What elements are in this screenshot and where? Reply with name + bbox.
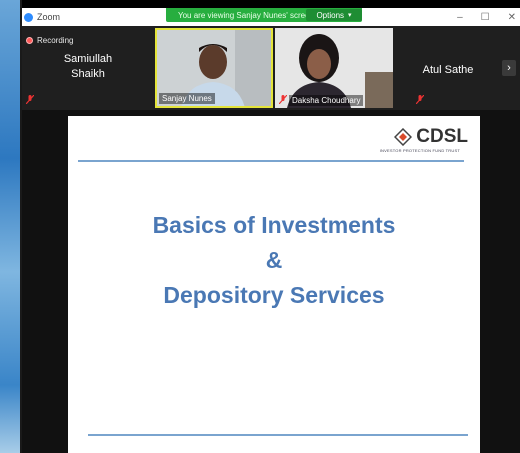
logo-text: CDSL	[416, 126, 468, 147]
cdsl-logo: CDSL	[394, 126, 468, 148]
title-line: &	[265, 247, 283, 273]
next-page-button[interactable]: ›	[502, 60, 516, 76]
participant-name: Sanjay Nunes	[159, 93, 215, 104]
recording-indicator: Recording	[26, 36, 73, 45]
zoom-window: Zoom You are viewing Sanjay Nunes' scree…	[22, 8, 520, 453]
mic-muted-icon	[279, 95, 287, 104]
shared-screen-area: CDSL INVESTOR PROTECTION FUND TRUST Basi…	[22, 110, 520, 453]
window-controls: – ☐ ✕	[457, 8, 516, 26]
slide-title: Basics of Investments & Depository Servi…	[68, 208, 480, 313]
bottom-divider	[88, 434, 468, 436]
top-divider	[78, 160, 464, 162]
participant-tile[interactable]: Atul Sathe	[394, 28, 502, 108]
participant-name: Daksha Choudhary	[289, 95, 364, 106]
mic-muted-icon	[26, 95, 34, 104]
participant-tile[interactable]: Daksha Choudhary	[275, 28, 393, 108]
screen-share-banner: You are viewing Sanjay Nunes' screen Opt…	[166, 8, 362, 22]
presentation-slide: CDSL INVESTOR PROTECTION FUND TRUST Basi…	[68, 116, 480, 453]
participant-name: Atul Sathe	[422, 64, 474, 76]
participant-tile[interactable]: Recording Samiullah Shaikh	[22, 28, 154, 108]
app-name: Zoom	[37, 12, 61, 22]
participant-name-line2: Shaikh	[71, 68, 105, 80]
mic-muted-icon	[416, 95, 424, 104]
logo-subtitle: INVESTOR PROTECTION FUND TRUST	[379, 148, 460, 153]
minimize-button[interactable]: –	[457, 12, 463, 23]
zoom-app-icon	[24, 12, 33, 22]
recording-dot-icon	[26, 37, 33, 44]
title-line: Depository Services	[163, 282, 385, 308]
share-banner-message: You are viewing Sanjay Nunes' screen	[178, 10, 314, 20]
cdsl-logo-icon	[394, 128, 413, 146]
title-line: Basics of Investments	[152, 212, 396, 238]
recording-label: Recording	[37, 36, 74, 45]
view-options-button[interactable]: Options ▾	[306, 9, 362, 21]
maximize-button[interactable]: ☐	[481, 12, 490, 23]
title-bar: Zoom You are viewing Sanjay Nunes' scree…	[22, 8, 520, 26]
close-button[interactable]: ✕	[508, 12, 516, 23]
participant-name: Samiullah Shaikh	[22, 52, 154, 82]
chevron-right-icon: ›	[507, 62, 511, 74]
participant-name-line1: Samiullah	[63, 53, 113, 65]
video-gallery-strip: Recording Samiullah Shaikh Sanjay Nunes	[22, 26, 520, 110]
options-label: Options	[316, 10, 345, 20]
chevron-down-icon: ▾	[348, 12, 352, 19]
participant-tile-active-speaker[interactable]: Sanjay Nunes	[155, 28, 273, 108]
desktop-background	[0, 0, 22, 453]
